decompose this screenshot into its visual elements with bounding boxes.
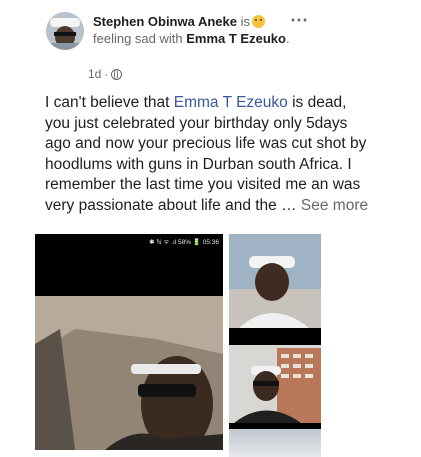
photo-sky-strip [229,429,321,457]
author-avatar[interactable] [46,12,84,50]
feeling-text: feeling sad with [93,31,183,46]
body-text-start: I can't believe that [45,94,174,111]
header-period: . [285,31,290,46]
phone-status-bar: ✱ ℕ ᯤ .ıl 58% 🔋 05:36 [149,239,219,246]
more-options-icon[interactable]: ⋯ [290,10,309,31]
photo-black-bar: ✱ ℕ ᯤ .ıl 58% 🔋 05:36 [35,234,223,296]
see-more-link[interactable]: See more [301,197,368,214]
post-time[interactable]: 1d [88,67,101,81]
mention-link[interactable]: Emma T Ezeuko [174,94,288,111]
post-header: Stephen Obinwa Aneke is feeling sad with… [93,13,313,47]
author-name[interactable]: Stephen Obinwa Aneke [93,14,237,29]
post-meta: 1d · [88,67,123,81]
sad-face-emoji-icon [252,15,266,28]
post-photo-3[interactable] [229,328,321,423]
post-body: I can't believe that Emma T Ezeuko is de… [45,93,375,216]
status-prefix: is [240,14,251,29]
globe-icon [111,68,123,80]
meta-separator: · [104,67,109,81]
post-photo-2[interactable] [229,234,321,328]
post-photo-main[interactable]: ✱ ℕ ᯤ .ıl 58% 🔋 05:36 [35,234,223,450]
post-photo-4[interactable] [229,423,321,457]
tagged-person[interactable]: Emma T Ezeuko [186,31,286,46]
